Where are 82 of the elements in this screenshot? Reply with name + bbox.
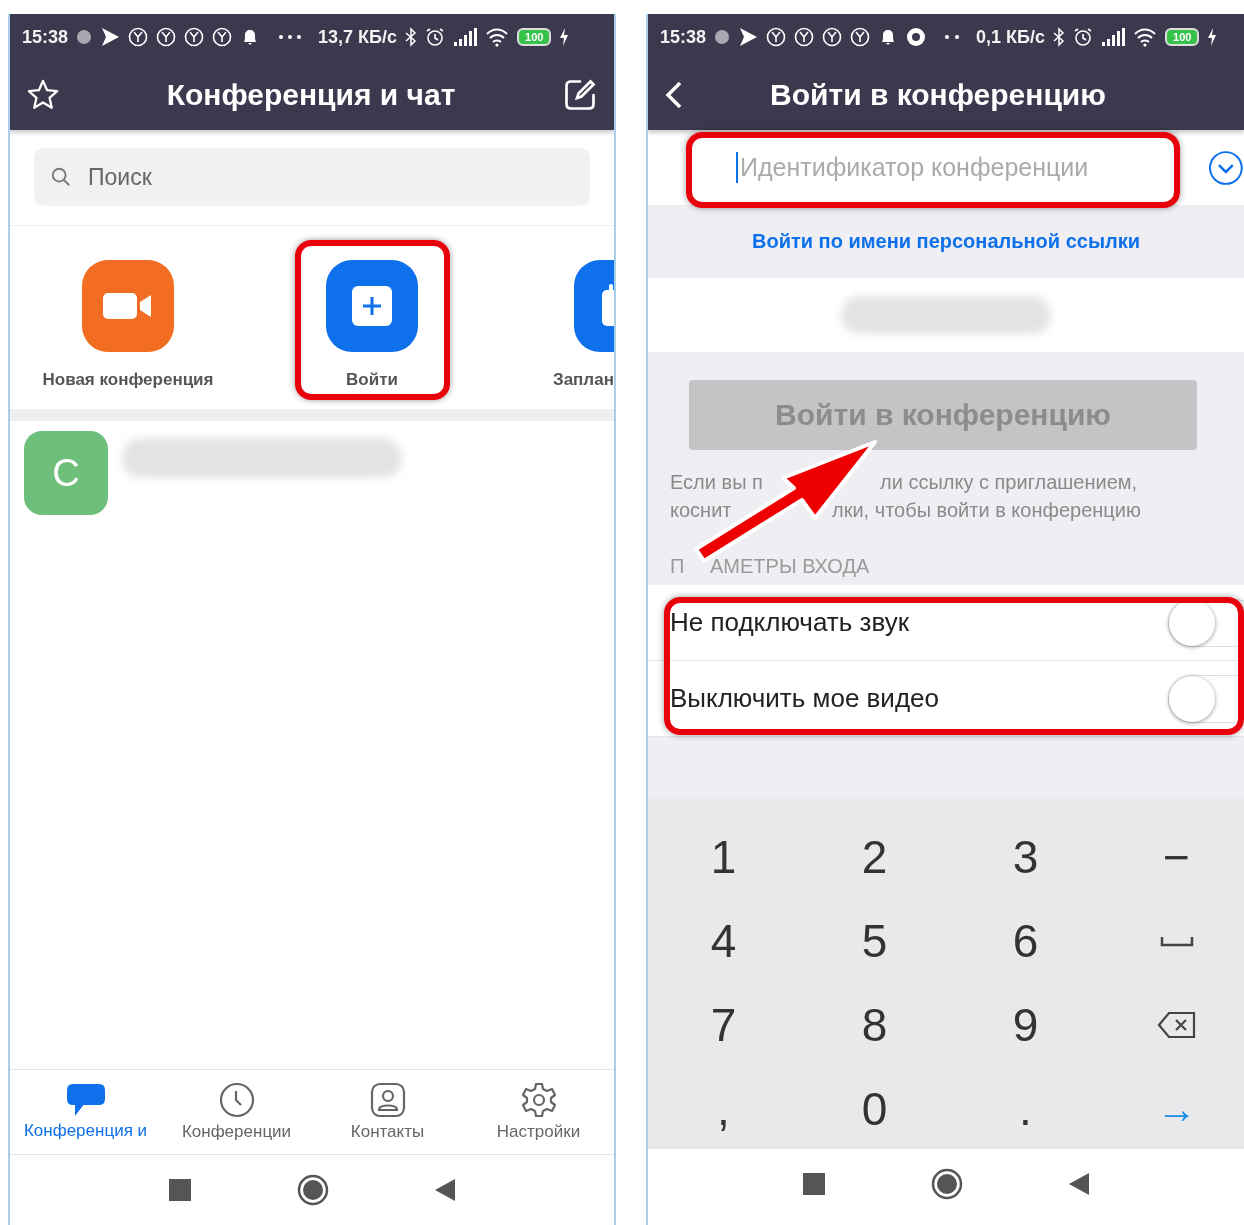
hint-text: лки, чтобы войти в конференцию <box>832 498 1141 523</box>
dropdown-icon[interactable] <box>1208 149 1244 186</box>
chat-bubble-icon <box>66 1083 105 1117</box>
wifi-icon <box>485 27 510 47</box>
keypad-key[interactable]: 7 <box>710 998 737 1052</box>
section-label: АМЕТРЫ ВХОДА <box>710 554 870 579</box>
action-tile[interactable] <box>82 260 174 352</box>
circle-icon <box>128 27 149 47</box>
contact-icon <box>369 1082 406 1118</box>
status-time: 15:38 <box>22 26 69 48</box>
hint-text: ли ссылку с приглашением, <box>880 470 1138 495</box>
star-icon[interactable] <box>26 78 60 112</box>
backspace-icon[interactable] <box>1156 1011 1197 1039</box>
wifi-icon <box>1133 27 1157 47</box>
battery-level: 100 <box>1165 28 1200 46</box>
space-key-icon[interactable] <box>1159 935 1194 947</box>
screen-title: Войти в конференцию <box>770 78 1106 112</box>
keypad-key[interactable]: 0 <box>861 1082 888 1136</box>
keypad-key[interactable]: , <box>717 1082 730 1136</box>
network-speed: 13,7 КБ/с <box>318 26 398 48</box>
search-field[interactable]: Поиск <box>34 148 590 206</box>
charging-icon <box>1207 27 1218 47</box>
hint-text: Если вы п <box>670 470 764 495</box>
alarm-icon <box>1073 27 1093 47</box>
screen-title: Конференция и чат <box>166 78 456 112</box>
tab[interactable]: Конференция и <box>10 1070 161 1154</box>
keypad-key[interactable]: 4 <box>710 914 737 968</box>
keypad-key[interactable]: 9 <box>1012 998 1039 1052</box>
keypad-key[interactable]: 8 <box>861 998 888 1052</box>
option-label: Не подключать звук <box>670 607 909 638</box>
keypad-key[interactable]: 2 <box>861 830 888 884</box>
play-icon <box>738 27 759 47</box>
circle-icon <box>794 27 815 47</box>
more-icon <box>278 34 303 40</box>
home-icon[interactable] <box>297 1174 329 1206</box>
meeting-id-field[interactable]: Идентификатор конференции <box>736 152 1179 183</box>
section-label: П <box>670 554 686 579</box>
keypad-key[interactable]: 5 <box>861 914 888 968</box>
plus-icon <box>352 286 392 326</box>
avatar: C <box>24 431 108 515</box>
edit-icon[interactable] <box>562 77 598 113</box>
circle-icon <box>156 27 177 47</box>
more-icon <box>944 34 961 40</box>
option-label: Выключить мое видео <box>670 683 939 714</box>
signal-icon <box>1101 28 1125 46</box>
network-speed: 0,1 КБ/с <box>976 26 1045 48</box>
back-icon[interactable] <box>435 1179 455 1201</box>
circle-icon <box>184 27 205 47</box>
circle-icon <box>766 27 787 47</box>
battery-level: 100 <box>517 28 552 46</box>
action-label: Новая конференция <box>42 370 214 390</box>
keypad-key[interactable]: 3 <box>1012 830 1039 884</box>
dot-icon <box>76 29 93 45</box>
circle-icon <box>822 27 843 47</box>
settings-icon <box>520 1082 557 1118</box>
search-icon <box>50 166 72 188</box>
keypad-key[interactable]: − <box>1163 830 1190 884</box>
keypad-key[interactable]: 1 <box>710 830 737 884</box>
home-icon[interactable] <box>931 1168 963 1200</box>
keypad-key[interactable]: 6 <box>1012 914 1039 968</box>
hint-text: коснит <box>670 498 733 523</box>
clock-icon <box>218 1082 255 1118</box>
back-icon[interactable] <box>664 80 684 110</box>
bluetooth-icon <box>405 27 418 47</box>
charging-icon <box>559 27 570 47</box>
tab[interactable]: Конференции <box>161 1070 312 1154</box>
circle-icon <box>850 27 871 47</box>
tab[interactable]: Контакты <box>312 1070 463 1154</box>
action-label: Войти <box>346 370 398 390</box>
bluetooth-icon <box>1053 27 1065 47</box>
alarm-icon <box>425 27 446 47</box>
action-label: Заплан <box>553 370 614 390</box>
play-icon <box>100 27 121 47</box>
circle-icon <box>212 27 233 47</box>
video-camera-icon <box>103 291 153 321</box>
status-time: 15:38 <box>660 26 707 48</box>
keypad-key[interactable]: . <box>1019 1082 1032 1136</box>
action-tile[interactable] <box>326 260 418 352</box>
tab[interactable]: Настройки <box>463 1070 614 1154</box>
signal-icon <box>453 28 478 46</box>
dot-icon <box>714 29 731 45</box>
back-icon[interactable] <box>1069 1173 1089 1195</box>
